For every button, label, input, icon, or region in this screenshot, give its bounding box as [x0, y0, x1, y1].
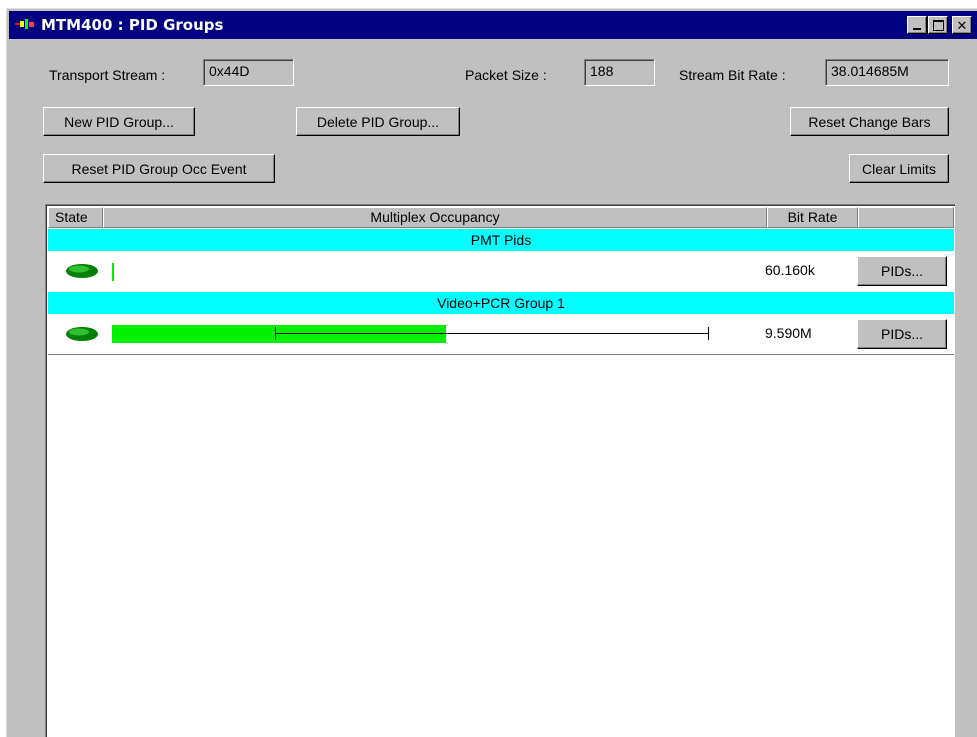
stream-bit-rate-label: Stream Bit Rate :	[679, 67, 786, 83]
table-row[interactable]: 9.590M PIDs...	[48, 314, 954, 354]
transport-stream-field: 0x44D	[203, 59, 294, 86]
state-led-icon	[66, 327, 98, 341]
pid-groups-list[interactable]: State Multiplex Occupancy Bit Rate PMT P…	[45, 204, 955, 737]
occupancy-fill	[112, 263, 114, 281]
reset-pid-group-occ-event-button[interactable]: Reset PID Group Occ Event	[43, 154, 275, 183]
limit-max-marker[interactable]	[708, 327, 709, 340]
row-divider	[48, 354, 954, 355]
group-header-video-pcr-group-1[interactable]: Video+PCR Group 1	[48, 292, 954, 314]
packet-size-label: Packet Size :	[465, 67, 547, 83]
state-led-icon	[66, 264, 98, 278]
window-title: MTM400 : PID Groups	[41, 16, 224, 34]
close-button[interactable]: ✕	[952, 16, 972, 34]
limit-range-line	[275, 333, 708, 334]
column-header-multiplex-occupancy[interactable]: Multiplex Occupancy	[103, 207, 767, 228]
occupancy-fill	[112, 325, 446, 343]
group-header-pmt-pids[interactable]: PMT Pids	[48, 229, 954, 251]
transport-stream-label: Transport Stream :	[49, 67, 166, 83]
delete-pid-group-button[interactable]: Delete PID Group...	[296, 107, 460, 136]
title-bar[interactable]: MTM400 : PID Groups ✕	[9, 11, 977, 39]
limit-min-marker[interactable]	[275, 327, 276, 340]
column-header-state[interactable]: State	[48, 207, 103, 228]
stream-bit-rate-field: 38.014685M	[825, 59, 949, 86]
maximize-button[interactable]	[928, 16, 948, 34]
app-icon	[15, 19, 34, 29]
occupancy-bar	[112, 325, 709, 343]
pids-button[interactable]: PIDs...	[857, 256, 947, 286]
bit-rate-value: 60.160k	[765, 262, 815, 278]
bit-rate-value: 9.590M	[765, 325, 812, 341]
minimize-icon	[913, 28, 921, 30]
close-icon: ✕	[956, 17, 968, 33]
minimize-button[interactable]	[907, 16, 927, 34]
table-row[interactable]: 60.160k PIDs...	[48, 251, 954, 291]
pid-groups-window: MTM400 : PID Groups ✕ Transport Stream :…	[6, 8, 977, 737]
pids-button[interactable]: PIDs...	[857, 319, 947, 349]
clear-limits-button[interactable]: Clear Limits	[849, 154, 949, 183]
packet-size-field: 188	[584, 59, 655, 86]
column-header-pids	[858, 207, 954, 228]
column-header-bit-rate[interactable]: Bit Rate	[767, 207, 858, 228]
new-pid-group-button[interactable]: New PID Group...	[43, 107, 195, 136]
reset-change-bars-button[interactable]: Reset Change Bars	[790, 107, 949, 136]
occupancy-bar	[112, 263, 709, 281]
maximize-icon	[932, 19, 944, 31]
